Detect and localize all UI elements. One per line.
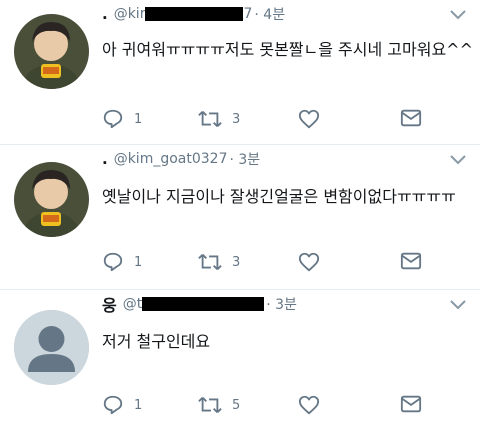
timestamp[interactable]: · 3분 (230, 149, 261, 169)
handle[interactable]: @kim_goat0327 (114, 151, 228, 167)
heart-icon (298, 252, 320, 272)
handle[interactable]: @t (123, 296, 143, 312)
like-button[interactable] (298, 394, 320, 416)
retweet-icon (198, 110, 222, 128)
reply-icon (103, 395, 123, 415)
timestamp[interactable]: · 3분 (266, 294, 297, 314)
tweet-3[interactable]: 웅 @t · 3분 저거 철구인데요 1 5 (0, 290, 480, 434)
reply-count: 1 (134, 397, 143, 413)
direct-message-button[interactable] (400, 108, 422, 128)
envelope-icon (400, 395, 422, 413)
tweet-text: 저거 철구인데요 (102, 332, 211, 351)
chevron-down-icon[interactable] (450, 155, 466, 165)
heart-icon (298, 109, 320, 129)
reply-icon (103, 109, 123, 129)
display-name[interactable]: 웅 (102, 292, 117, 316)
timestamp[interactable]: · 4분 (254, 4, 285, 24)
retweet-count: 5 (232, 397, 241, 413)
profile-photo-person-icon[interactable] (14, 162, 89, 237)
handle-suffix: 7 (243, 6, 253, 22)
envelope-icon (400, 252, 422, 270)
retweet-icon (198, 253, 222, 271)
handle[interactable]: @kir (114, 6, 146, 22)
chevron-down-icon[interactable] (450, 300, 466, 310)
redaction-bar (142, 297, 265, 311)
retweet-button[interactable]: 3 (198, 251, 240, 273)
retweet-button[interactable]: 5 (198, 394, 240, 416)
retweet-count: 3 (232, 254, 241, 270)
tweet-text: 아 귀여워ㅠㅠㅠㅠ저도 못본짤ㄴ을 주시네 고마워요^^ (102, 40, 473, 59)
chevron-down-icon[interactable] (450, 10, 466, 20)
tweet-1[interactable]: . @kir 7 · 4분 아 귀여워ㅠㅠㅠㅠ저도 못본짤ㄴ을 주시네 고마워요… (0, 0, 480, 145)
reply-button[interactable]: 1 (102, 394, 142, 416)
retweet-button[interactable]: 3 (198, 108, 240, 130)
envelope-icon (400, 109, 422, 127)
reply-button[interactable]: 1 (102, 108, 142, 130)
like-button[interactable] (298, 108, 320, 130)
tweet-2[interactable]: . @kim_goat0327 · 3분 옛날이나 지금이나 잘생긴얼굴은 변함… (0, 145, 480, 290)
like-button[interactable] (298, 251, 320, 273)
tweet-text: 옛날이나 지금이나 잘생긴얼굴은 변함이없다ㅠㅠㅠㅠ (102, 187, 456, 206)
display-name[interactable]: . (102, 5, 108, 23)
redaction-bar (145, 7, 244, 21)
reply-button[interactable]: 1 (102, 251, 142, 273)
reply-count: 1 (134, 254, 143, 270)
default-avatar-icon[interactable] (14, 310, 89, 385)
retweet-icon (198, 396, 222, 414)
retweet-count: 3 (232, 111, 241, 127)
heart-icon (298, 395, 320, 415)
reply-icon (103, 252, 123, 272)
direct-message-button[interactable] (400, 251, 422, 271)
profile-photo-person-icon[interactable] (14, 14, 89, 89)
direct-message-button[interactable] (400, 394, 422, 414)
display-name[interactable]: . (102, 150, 108, 168)
reply-count: 1 (134, 111, 143, 127)
